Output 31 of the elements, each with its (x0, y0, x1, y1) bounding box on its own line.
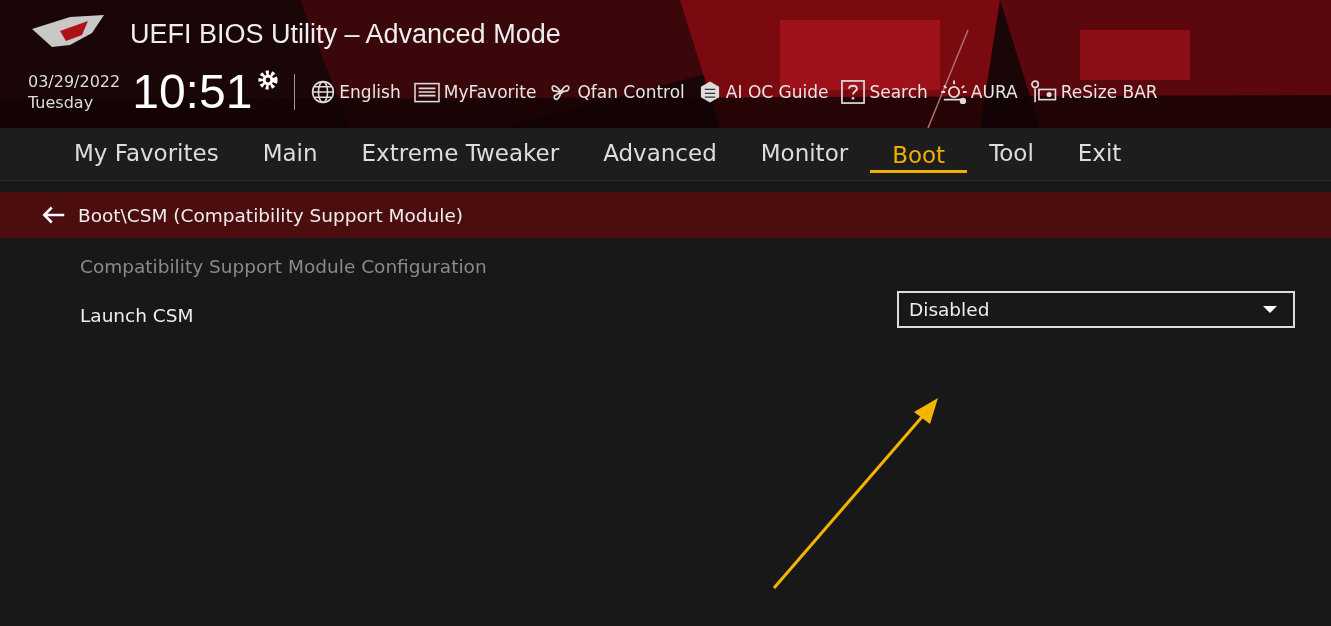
breadcrumb-text: Boot\CSM (Compatibility Support Module) (78, 204, 463, 226)
toolbar-button[interactable]: English (307, 79, 404, 105)
globe-icon (310, 79, 337, 105)
toolbar-button[interactable]: AURA (936, 79, 1021, 105)
list-icon (412, 80, 441, 104)
toolbar-button[interactable]: MyFavorite (409, 80, 540, 104)
toolbar-button[interactable]: ReSize BAR (1026, 79, 1161, 105)
menu-tab[interactable]: Boot (870, 135, 968, 173)
menu-tab[interactable]: Exit (1055, 133, 1144, 175)
weekday-text: Tuesday (28, 92, 95, 113)
window-title: UEFI BIOS Utility – Advanced Mode (130, 18, 561, 50)
help-icon (840, 79, 867, 105)
menu-tab[interactable]: Monitor (738, 133, 871, 175)
menu-tab[interactable]: Tool (967, 133, 1056, 175)
back-arrow-icon[interactable] (40, 205, 66, 225)
settings-icon[interactable] (256, 68, 281, 92)
clock-time: 10:51 (132, 66, 253, 118)
caret-icon (1263, 306, 1277, 313)
setting-label: Launch CSM (80, 305, 194, 326)
section-title: Compatibility Support Module Configuration (80, 256, 488, 277)
lamp-icon (939, 79, 968, 105)
toolbar-button[interactable]: Search (837, 79, 931, 105)
toolbar-button[interactable]: AI OC Guide (693, 79, 832, 105)
dropdown[interactable]: Disabled (897, 291, 1295, 328)
graphics-card-icon (1029, 79, 1058, 105)
menu-tab[interactable]: Main (240, 133, 340, 175)
menu-tab[interactable]: Advanced (581, 133, 739, 175)
menu-tab[interactable]: Extreme Tweaker (339, 133, 582, 175)
toolbar-button[interactable]: Qfan Control (545, 79, 688, 105)
date-text: 03/29/2022 (28, 71, 121, 92)
menu-tab[interactable]: My Favorites (52, 133, 241, 175)
